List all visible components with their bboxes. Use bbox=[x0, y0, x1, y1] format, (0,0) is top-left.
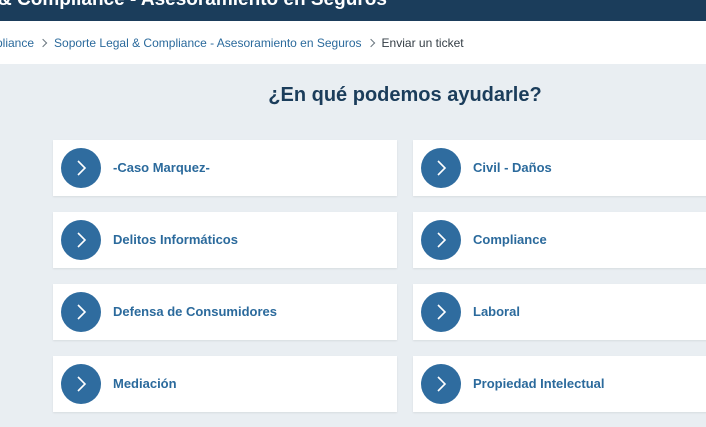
breadcrumb-item-current: Enviar un ticket bbox=[381, 36, 464, 50]
page-title: ¿En qué podemos ayudarle? bbox=[268, 84, 542, 106]
chevron-right-icon bbox=[61, 220, 101, 260]
category-label: Delitos Informáticos bbox=[113, 232, 238, 247]
chevron-right-icon bbox=[61, 292, 101, 332]
category-label: Civil - Daños bbox=[473, 160, 552, 175]
chevron-right-icon bbox=[421, 220, 461, 260]
breadcrumb-item-support[interactable]: Soporte Legal & Compliance - Asesoramien… bbox=[54, 36, 362, 50]
category-label: Propiedad Intelectual bbox=[473, 376, 605, 391]
category-card-caso-marquez[interactable]: -Caso Marquez- bbox=[53, 140, 397, 196]
category-label: -Caso Marquez- bbox=[113, 160, 210, 175]
breadcrumb-chevron-icon bbox=[38, 38, 48, 48]
chevron-right-icon bbox=[421, 364, 461, 404]
category-card-compliance[interactable]: Compliance bbox=[413, 212, 706, 268]
category-label: Mediación bbox=[113, 376, 177, 391]
breadcrumb-chevron-icon bbox=[366, 38, 375, 48]
category-card-propiedad-intelectual[interactable]: Propiedad Intelectual bbox=[413, 356, 706, 412]
chevron-right-icon bbox=[421, 148, 461, 188]
category-label: Defensa de Consumidores bbox=[113, 304, 277, 319]
chevron-right-icon bbox=[61, 364, 101, 404]
category-card-defensa-consumidores[interactable]: Defensa de Consumidores bbox=[53, 284, 397, 340]
category-label: Laboral bbox=[473, 304, 520, 319]
category-card-delitos-informaticos[interactable]: Delitos Informáticos bbox=[53, 212, 397, 268]
header-title: & Compliance - Asesoramiento en Seguros bbox=[0, 0, 387, 11]
category-card-laboral[interactable]: Laboral bbox=[413, 284, 706, 340]
chevron-right-icon bbox=[61, 148, 101, 188]
breadcrumb-bar: pliance Soporte Legal & Compliance - Ase… bbox=[0, 21, 706, 64]
breadcrumb-item-parent[interactable]: pliance bbox=[0, 36, 34, 50]
category-card-civil-danos[interactable]: Civil - Daños bbox=[413, 140, 706, 196]
category-card-mediacion[interactable]: Mediación bbox=[53, 356, 397, 412]
header-bar: & Compliance - Asesoramiento en Seguros bbox=[0, 0, 706, 21]
category-label: Compliance bbox=[473, 232, 547, 247]
chevron-right-icon bbox=[421, 292, 461, 332]
breadcrumb: pliance Soporte Legal & Compliance - Ase… bbox=[0, 36, 464, 50]
